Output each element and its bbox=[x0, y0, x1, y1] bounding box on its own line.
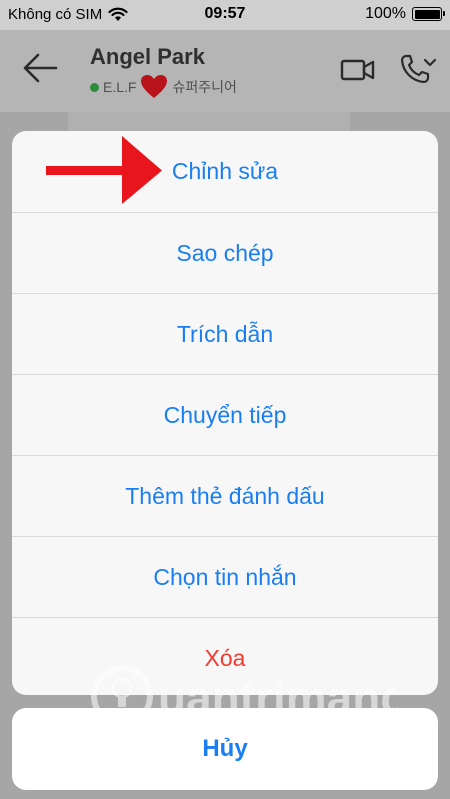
heart-icon bbox=[141, 75, 168, 98]
menu-item-forward[interactable]: Chuyển tiếp bbox=[12, 374, 438, 455]
menu-item-copy[interactable]: Sao chép bbox=[12, 212, 438, 293]
annotation-arrow-icon bbox=[46, 136, 162, 204]
menu-item-delete[interactable]: Xóa bbox=[12, 617, 438, 695]
contact-name[interactable]: Angel Park bbox=[90, 44, 205, 70]
battery-percent: 100% bbox=[365, 5, 406, 22]
battery-level bbox=[414, 9, 440, 19]
video-call-icon[interactable] bbox=[340, 56, 376, 84]
chat-header: Angel Park E.L.F 슈퍼주니어 bbox=[0, 30, 450, 112]
menu-item-quote[interactable]: Trích dẫn bbox=[12, 293, 438, 374]
menu-item-bookmark[interactable]: Thêm thẻ đánh dấu bbox=[12, 455, 438, 536]
status-bar: Không có SIM 09:57 100% bbox=[0, 0, 450, 30]
action-sheet: Chỉnh sửa Sao chép Trích dẫn Chuyển tiếp… bbox=[12, 131, 438, 695]
status-right: 100% bbox=[365, 5, 445, 23]
battery-icon bbox=[412, 7, 445, 21]
cancel-button[interactable]: Hủy bbox=[12, 708, 438, 790]
status-left-text: E.L.F bbox=[103, 79, 137, 95]
message-bubble bbox=[68, 112, 350, 132]
status-right-text: 슈퍼주니어 bbox=[172, 79, 237, 95]
online-dot-icon bbox=[90, 82, 99, 92]
phone-call-icon[interactable] bbox=[398, 52, 438, 86]
menu-item-select-messages[interactable]: Chọn tin nhắn bbox=[12, 536, 438, 617]
back-arrow-icon[interactable] bbox=[22, 52, 58, 84]
contact-status: E.L.F 슈퍼주니어 bbox=[90, 74, 237, 100]
